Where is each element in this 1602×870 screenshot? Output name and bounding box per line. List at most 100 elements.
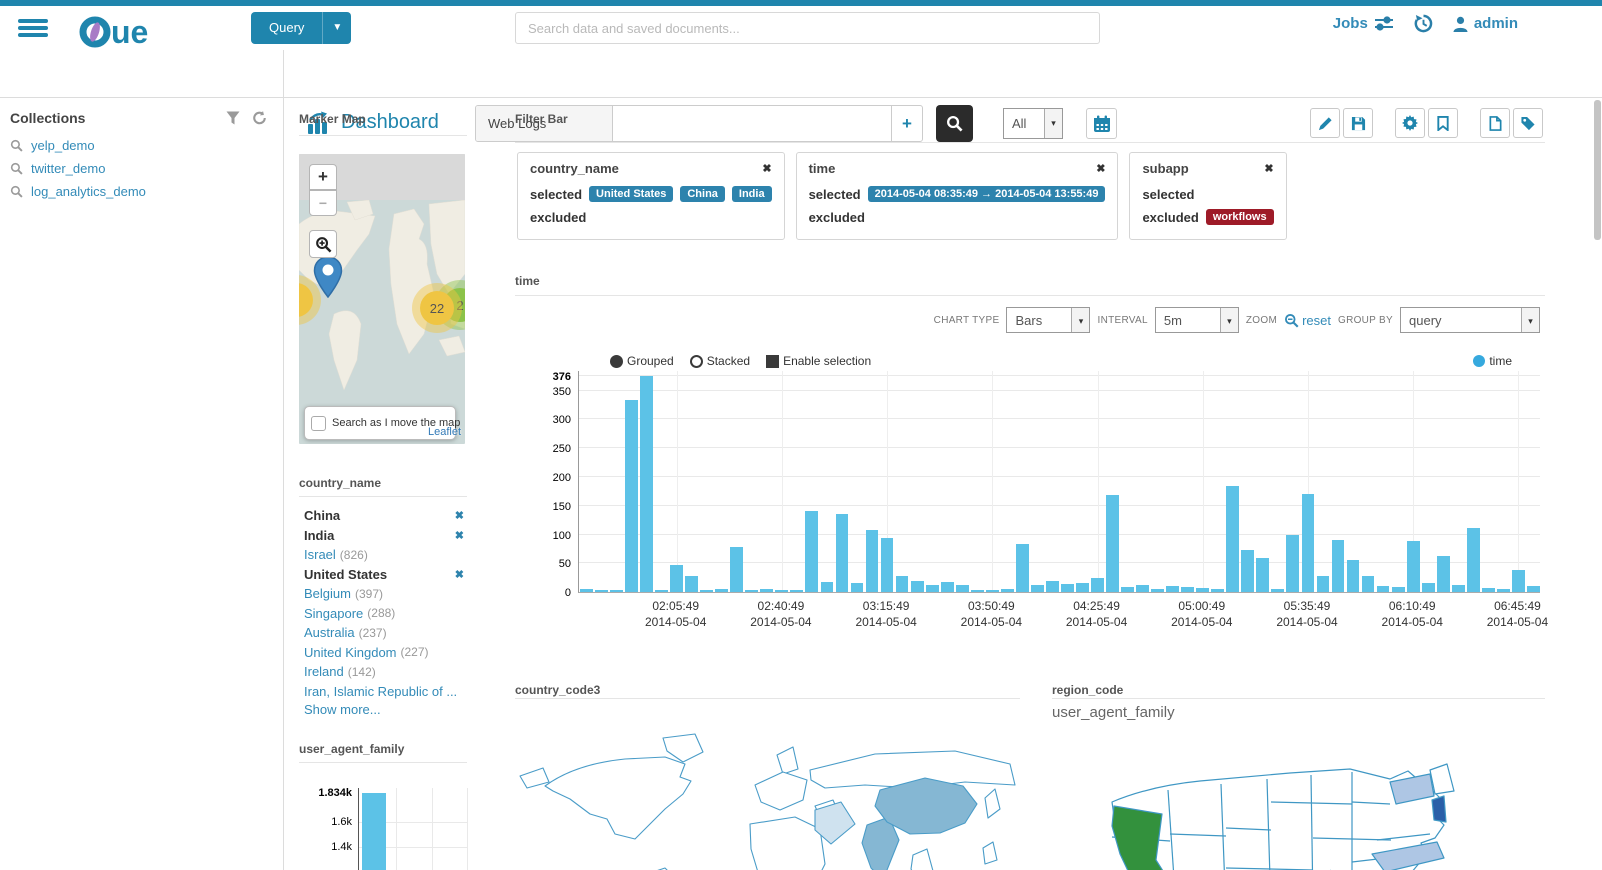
time-bar[interactable] — [1406, 540, 1420, 592]
facet-remove-icon[interactable]: ✖ — [455, 568, 464, 581]
interval-select[interactable]: 5m — [1154, 307, 1239, 333]
country-facet-belgium[interactable]: Belgium (397) — [304, 584, 464, 604]
time-bar[interactable] — [1526, 586, 1540, 592]
country-facet-australia[interactable]: Australia (237) — [304, 623, 464, 643]
time-bar[interactable] — [1091, 578, 1104, 592]
time-bar[interactable] — [1256, 557, 1270, 592]
time-bar[interactable] — [1271, 589, 1285, 592]
time-bar[interactable] — [955, 585, 969, 592]
time-bar[interactable] — [760, 589, 774, 592]
map-marker-pin[interactable] — [313, 256, 343, 303]
stacked-radio[interactable]: Stacked — [689, 354, 750, 368]
time-bar[interactable] — [1181, 586, 1195, 592]
country-facet-united-kingdom[interactable]: United Kingdom (227) — [304, 643, 464, 663]
facet-remove-icon[interactable]: ✖ — [455, 529, 464, 542]
time-bar[interactable] — [1196, 587, 1210, 592]
map-cluster[interactable]: 22 — [420, 291, 454, 325]
facet-value-label[interactable]: Israel — [304, 547, 336, 562]
chart-type-select[interactable]: Bars — [1006, 307, 1091, 333]
filter-remove-icon[interactable]: ✖ — [1264, 162, 1273, 175]
jobs-link[interactable]: Jobs — [1333, 15, 1394, 32]
zoom-reset-link[interactable]: reset — [1284, 313, 1331, 328]
time-bar[interactable] — [1045, 581, 1059, 592]
filter-value-badge[interactable]: 2014-05-04 08:35:49 → 2014-05-04 13:55:4… — [867, 186, 1106, 202]
facet-value-label[interactable]: Iran, Islamic Republic of ... — [304, 684, 457, 699]
time-bar-chart[interactable] — [578, 371, 1540, 593]
time-bar[interactable] — [1421, 582, 1435, 592]
time-bar[interactable] — [1030, 585, 1044, 592]
time-bar[interactable] — [1391, 587, 1405, 592]
user-menu[interactable]: admin — [1453, 15, 1518, 32]
time-bar[interactable] — [1226, 486, 1240, 592]
time-bar[interactable] — [985, 590, 999, 592]
sidebar-item-twitter_demo[interactable]: twitter_demo — [0, 157, 283, 180]
time-bar[interactable] — [940, 582, 954, 592]
time-bar[interactable] — [1301, 494, 1315, 592]
time-bar[interactable] — [1000, 588, 1014, 592]
time-bar[interactable] — [835, 513, 849, 592]
filter-remove-icon[interactable]: ✖ — [1096, 162, 1105, 175]
sidebar-item-yelp_demo[interactable]: yelp_demo — [0, 134, 283, 157]
time-bar[interactable] — [700, 590, 714, 592]
time-bar[interactable] — [790, 590, 804, 592]
map-zoom-out-button[interactable]: − — [309, 190, 337, 216]
time-bar[interactable] — [595, 590, 608, 592]
filter-value-badge[interactable]: United States — [589, 186, 674, 202]
global-search-input[interactable] — [515, 12, 1100, 44]
filter-icon[interactable] — [226, 111, 240, 125]
time-bar[interactable] — [715, 589, 729, 592]
sidebar-item-log_analytics_demo[interactable]: log_analytics_demo — [0, 180, 283, 203]
facet-value-label[interactable]: Singapore — [304, 606, 363, 621]
chevron-down-icon[interactable]: ▼ — [322, 12, 351, 44]
hamburger-menu-icon[interactable] — [18, 16, 48, 40]
time-bar[interactable] — [1436, 555, 1450, 592]
time-bar[interactable] — [805, 510, 819, 592]
time-bar[interactable] — [1061, 583, 1074, 592]
time-bar[interactable] — [850, 583, 864, 592]
time-bar[interactable] — [730, 547, 744, 592]
leaflet-attribution-link[interactable]: Leaflet — [428, 426, 461, 438]
time-bar[interactable] — [1151, 589, 1165, 592]
show-more-link[interactable]: Show more... — [304, 702, 381, 717]
time-bar[interactable] — [1346, 559, 1360, 592]
user-agent-family-chart[interactable]: 1.834k 1.6k 1.4k — [318, 787, 468, 870]
time-bar[interactable] — [820, 582, 834, 592]
country-facet-singapore[interactable]: Singapore (288) — [304, 604, 464, 624]
country-facet-india[interactable]: India ✖ — [304, 526, 464, 546]
time-bar[interactable] — [1286, 535, 1300, 592]
time-bar[interactable] — [1376, 586, 1390, 592]
time-bar[interactable] — [865, 530, 879, 592]
time-bar[interactable] — [1481, 587, 1495, 592]
time-bar[interactable] — [1211, 588, 1225, 592]
time-bar[interactable] — [970, 590, 984, 592]
facet-remove-icon[interactable]: ✖ — [455, 509, 464, 522]
map-zoom-in-button[interactable]: + — [309, 164, 337, 190]
time-bar[interactable] — [655, 590, 668, 592]
facet-value-label[interactable]: United Kingdom — [304, 645, 397, 660]
time-bar[interactable] — [910, 581, 924, 592]
time-bar[interactable] — [745, 590, 759, 592]
time-bar[interactable] — [1361, 575, 1375, 592]
time-bar[interactable] — [1331, 539, 1345, 592]
country-facet-united-states[interactable]: United States ✖ — [304, 565, 464, 585]
time-bar[interactable] — [1076, 582, 1089, 592]
time-bar[interactable] — [1166, 585, 1180, 592]
map-box-zoom-button[interactable] — [309, 230, 337, 258]
time-bar[interactable] — [1316, 576, 1330, 592]
country-facet-israel[interactable]: Israel (826) — [304, 545, 464, 565]
time-bar[interactable] — [1241, 550, 1255, 592]
country-code3-world-map[interactable] — [515, 728, 1020, 870]
filter-remove-icon[interactable]: ✖ — [762, 162, 771, 175]
filter-value-badge[interactable]: China — [680, 186, 725, 202]
user-agent-bar[interactable] — [362, 793, 386, 870]
hue-logo[interactable]: ue — [78, 10, 183, 55]
enable-selection-checkbox[interactable]: Enable selection — [766, 354, 871, 368]
time-bar[interactable] — [1466, 528, 1480, 592]
time-bar[interactable] — [775, 590, 789, 592]
time-bar[interactable] — [1451, 584, 1465, 592]
time-bar[interactable] — [1106, 495, 1119, 592]
time-bar[interactable] — [1136, 585, 1149, 592]
history-button[interactable] — [1414, 14, 1433, 33]
refresh-icon[interactable] — [252, 111, 267, 125]
time-bar[interactable] — [1015, 543, 1029, 592]
